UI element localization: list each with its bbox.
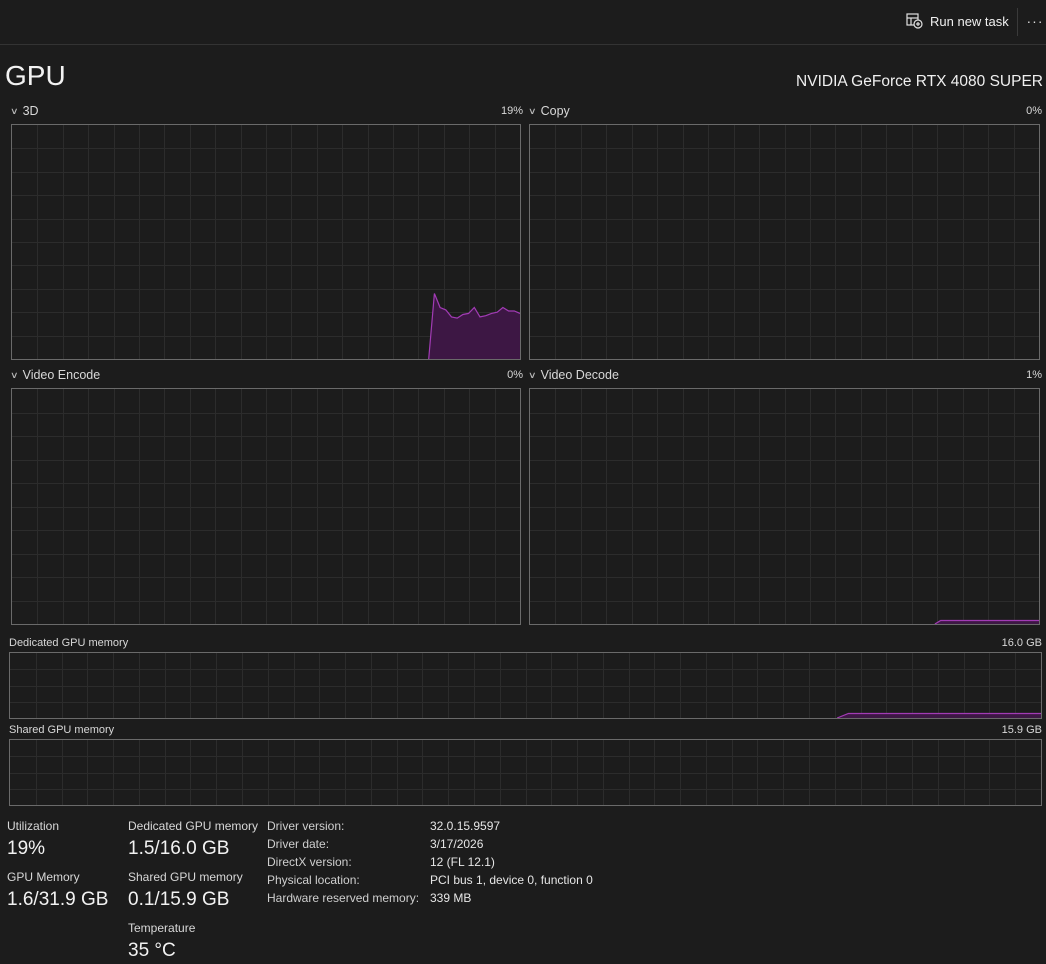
temperature-label: Temperature — [128, 921, 196, 935]
engine-3d-value: 19% — [500, 105, 523, 117]
dedicated-memory-label: Dedicated GPU memory — [128, 819, 259, 833]
driver-version-label: Driver version: — [267, 819, 345, 833]
physical-location-value: PCI bus 1, device 0, function 0 — [430, 873, 593, 887]
engine-3d-selector[interactable]: ∨ 3D — [10, 104, 39, 118]
engine-video-encode-graph — [11, 388, 521, 625]
physical-location-label: Physical location: — [267, 873, 360, 887]
reserved-memory-label: Hardware reserved memory: — [267, 891, 420, 905]
engine-video-encode-value: 0% — [507, 369, 523, 381]
engine-copy-value: 0% — [1026, 105, 1042, 117]
chevron-down-icon: ∨ — [10, 105, 19, 116]
run-new-task-button[interactable]: Run new task — [900, 5, 1010, 37]
gpu-memory-label: GPU Memory — [7, 870, 80, 884]
shared-memory-label: Shared GPU memory — [128, 870, 243, 884]
engine-video-decode-label: Video Decode — [540, 368, 619, 382]
engine-3d-plot — [12, 125, 520, 359]
utilization-label: Utilization — [7, 819, 60, 833]
dedicated-memory-value: 1.5/16.0 GB — [128, 838, 230, 859]
directx-version-label: DirectX version: — [267, 855, 352, 869]
gpu-memory-value: 1.6/31.9 GB — [7, 889, 109, 910]
engine-copy-graph — [529, 124, 1040, 360]
engine-video-encode-selector[interactable]: ∨ Video Encode — [10, 368, 101, 382]
shared-memory-graph-max: 15.9 GB — [1001, 724, 1042, 736]
shared-memory-value: 0.1/15.9 GB — [128, 889, 230, 910]
gpu-device-name: NVIDIA GeForce RTX 4080 SUPER — [796, 73, 1043, 90]
run-new-task-label: Run new task — [930, 13, 1009, 29]
driver-date-label: Driver date: — [267, 837, 330, 851]
engine-video-encode-plot — [12, 389, 520, 624]
chevron-down-icon: ∨ — [528, 105, 537, 116]
chevron-down-icon: ∨ — [10, 369, 19, 380]
engine-copy-label: Copy — [540, 104, 570, 118]
engine-3d-graph — [11, 124, 521, 360]
engine-copy-plot — [530, 125, 1039, 359]
engine-video-decode-value: 1% — [1026, 369, 1042, 381]
shared-memory-plot — [10, 740, 1041, 805]
chevron-down-icon: ∨ — [528, 369, 537, 380]
engine-3d-usage-area — [428, 293, 520, 359]
reserved-memory-value: 339 MB — [430, 891, 472, 905]
engine-copy-selector[interactable]: ∨ Copy — [528, 104, 570, 118]
dedicated-memory-usage-area — [837, 713, 1041, 718]
engine-video-encode-label: Video Encode — [22, 368, 101, 382]
shared-memory-graph — [9, 739, 1042, 806]
dedicated-memory-graph-label: Dedicated GPU memory — [9, 637, 129, 649]
dedicated-memory-plot — [10, 653, 1041, 718]
engine-video-decode-graph — [529, 388, 1040, 625]
more-options-button[interactable]: ··· — [1024, 5, 1046, 37]
engine-video-decode-selector[interactable]: ∨ Video Decode — [528, 368, 619, 382]
utilization-value: 19% — [7, 838, 46, 859]
run-new-task-icon — [906, 13, 923, 29]
driver-version-value: 32.0.15.9597 — [430, 819, 501, 833]
page-title: GPU — [5, 60, 66, 91]
dedicated-memory-graph — [9, 652, 1042, 719]
toolbar-divider — [1017, 8, 1018, 36]
driver-date-value: 3/17/2026 — [430, 837, 484, 851]
temperature-value: 35 °C — [128, 940, 176, 961]
shared-memory-graph-label: Shared GPU memory — [9, 724, 115, 736]
directx-version-value: 12 (FL 12.1) — [430, 855, 495, 869]
command-bar: Run new task ··· — [0, 0, 1046, 45]
engine-3d-label: 3D — [22, 104, 39, 118]
more-icon: ··· — [1026, 13, 1044, 29]
dedicated-memory-graph-max: 16.0 GB — [1001, 637, 1042, 649]
engine-video-decode-plot — [530, 389, 1039, 624]
